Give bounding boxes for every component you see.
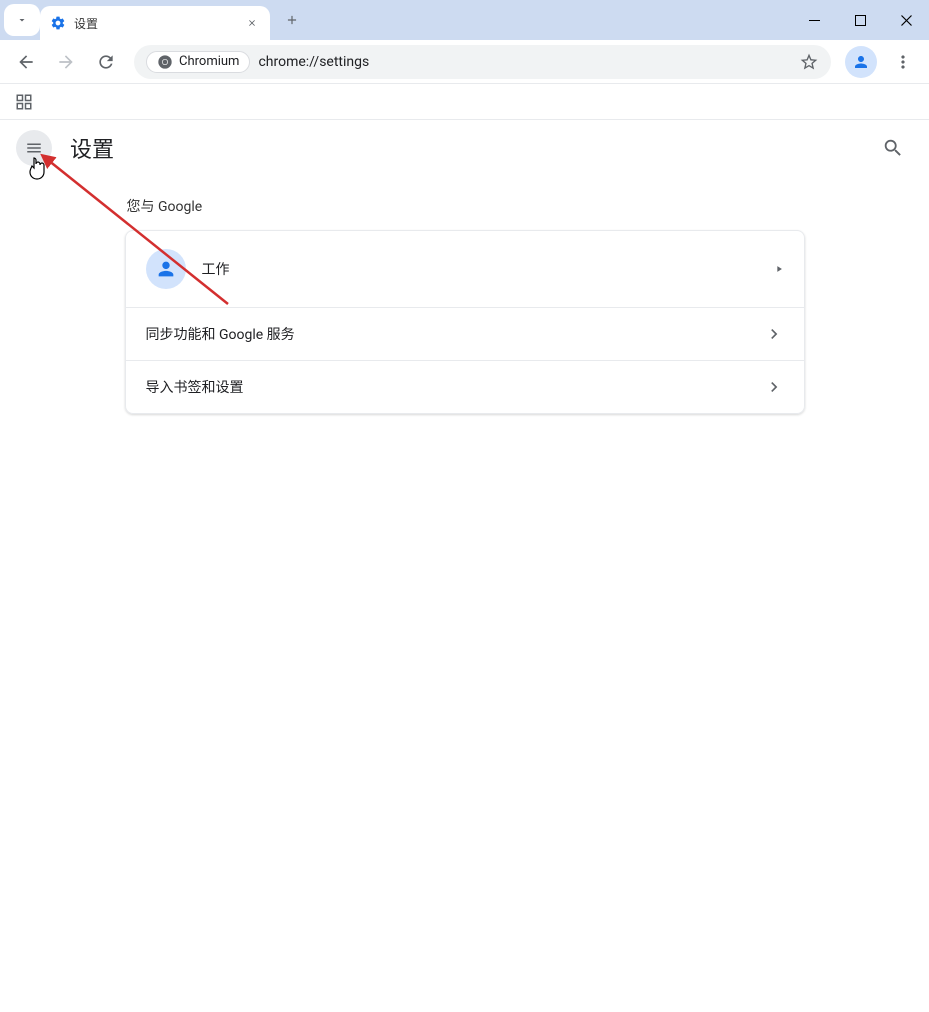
more-vert-icon xyxy=(893,52,913,72)
chevron-right-icon xyxy=(764,324,784,344)
row-label: 工作 xyxy=(202,259,758,279)
tab-search-button[interactable] xyxy=(4,4,40,36)
back-button[interactable] xyxy=(8,44,44,80)
url-text: chrome://settings xyxy=(258,54,791,70)
chevron-right-icon xyxy=(764,377,784,397)
profile-avatar xyxy=(146,249,186,289)
settings-content: 您与 Google 工作 同步功能和 Google 服务 导入书签和设置 xyxy=(0,176,929,434)
minimize-icon xyxy=(809,15,820,26)
tab-close-button[interactable] xyxy=(244,15,260,31)
apps-button[interactable] xyxy=(10,88,38,116)
browser-menu-button[interactable] xyxy=(885,44,921,80)
reload-button[interactable] xyxy=(88,44,124,80)
row-label: 导入书签和设置 xyxy=(146,377,748,397)
maximize-button[interactable] xyxy=(837,0,883,40)
site-info-chip[interactable]: Chromium xyxy=(146,51,250,73)
chevron-down-icon xyxy=(16,14,28,26)
section-title: 您与 Google xyxy=(125,196,805,216)
person-icon xyxy=(155,258,177,280)
new-tab-button[interactable] xyxy=(278,6,306,34)
person-icon xyxy=(852,53,870,71)
profile-button[interactable] xyxy=(845,46,877,78)
close-icon xyxy=(247,18,257,28)
tab-title: 设置 xyxy=(74,15,236,32)
settings-card: 工作 同步功能和 Google 服务 导入书签和设置 xyxy=(125,230,805,414)
browser-tab[interactable]: 设置 xyxy=(40,6,270,40)
close-window-button[interactable] xyxy=(883,0,929,40)
arrow-left-icon xyxy=(16,52,36,72)
settings-title: 设置 xyxy=(70,132,855,164)
apps-grid-icon xyxy=(15,93,33,111)
minimize-button[interactable] xyxy=(791,0,837,40)
window-titlebar: 设置 xyxy=(0,0,929,40)
window-controls xyxy=(791,0,929,40)
row-label: 同步功能和 Google 服务 xyxy=(146,324,748,344)
settings-menu-button[interactable] xyxy=(16,130,52,166)
search-icon xyxy=(882,137,904,159)
star-icon xyxy=(799,52,819,72)
reload-icon xyxy=(96,52,116,72)
close-icon xyxy=(901,15,912,26)
arrow-right-small-icon xyxy=(774,264,784,274)
profile-row[interactable]: 工作 xyxy=(126,231,804,308)
import-row[interactable]: 导入书签和设置 xyxy=(126,361,804,413)
bookmarks-bar xyxy=(0,84,929,120)
gear-icon xyxy=(50,15,66,31)
hamburger-icon xyxy=(25,139,43,157)
maximize-icon xyxy=(855,15,866,26)
arrow-right-icon xyxy=(56,52,76,72)
bookmark-star-button[interactable] xyxy=(799,52,819,72)
address-bar[interactable]: Chromium chrome://settings xyxy=(134,45,831,79)
sync-row[interactable]: 同步功能和 Google 服务 xyxy=(126,308,804,361)
settings-search-button[interactable] xyxy=(873,128,913,168)
site-info-label: Chromium xyxy=(179,54,239,69)
plus-icon xyxy=(285,13,299,27)
forward-button[interactable] xyxy=(48,44,84,80)
chromium-icon xyxy=(157,54,173,70)
settings-header: 设置 xyxy=(0,120,929,176)
browser-toolbar: Chromium chrome://settings xyxy=(0,40,929,84)
